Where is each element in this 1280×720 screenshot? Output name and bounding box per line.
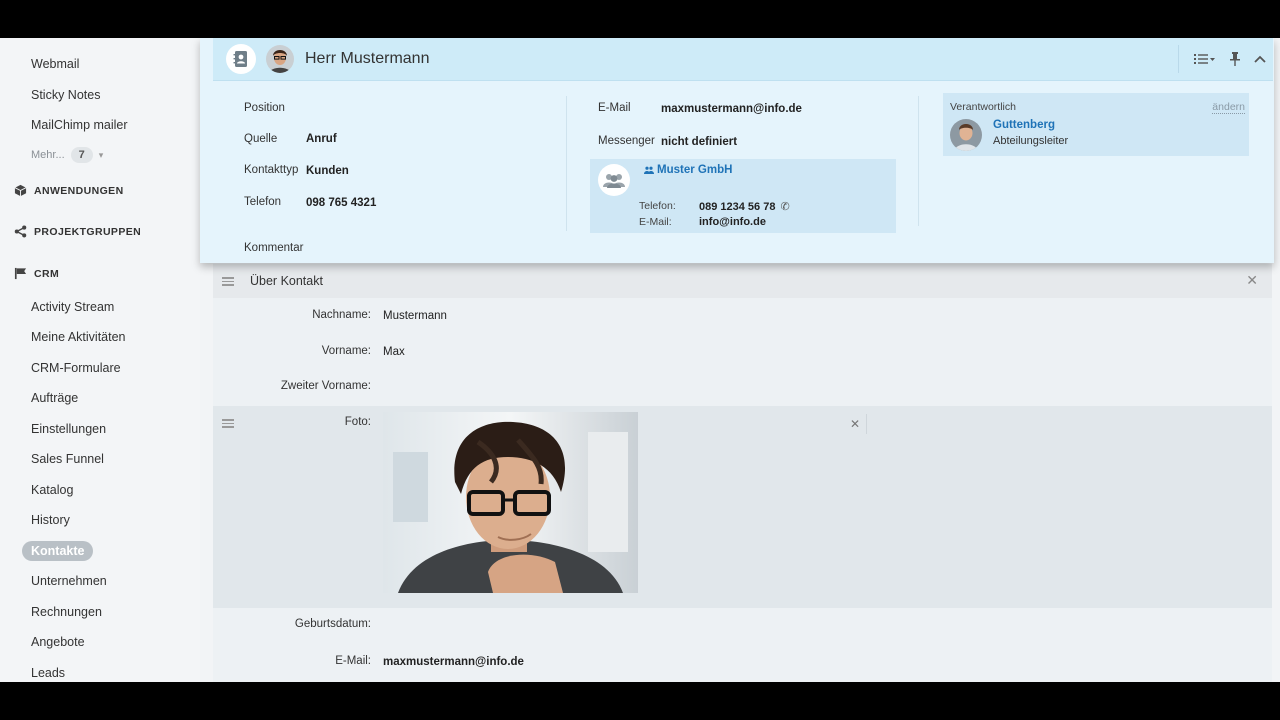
letterbox-bottom xyxy=(0,682,1280,720)
field-label-kommentar: Kommentar xyxy=(244,242,304,254)
sidebar-section-crm[interactable]: CRM xyxy=(14,267,59,280)
sidebar: Webmail Sticky Notes MailChimp mailer Me… xyxy=(0,38,200,682)
field-label-messenger: Messenger xyxy=(598,135,655,147)
sidebar-more-count: 7 xyxy=(70,147,93,163)
field-label-quelle: Quelle xyxy=(244,133,278,145)
sidebar-item-meine-aktivitaeten[interactable]: Meine Aktivitäten xyxy=(31,330,126,344)
field-value-email-about[interactable]: maxmustermann@info.de xyxy=(383,656,524,668)
avatar xyxy=(266,45,294,73)
field-value-kontakttyp: Kunden xyxy=(306,165,349,177)
sidebar-item-crm-formulare[interactable]: CRM-Formulare xyxy=(31,361,121,375)
field-value-nachname: Mustermann xyxy=(383,310,447,322)
photo-divider xyxy=(866,414,867,434)
chevron-down-icon: ▾ xyxy=(98,149,104,160)
field-label-foto: Foto: xyxy=(344,416,371,428)
change-responsible-link[interactable]: ändern xyxy=(1212,101,1245,114)
sidebar-item-leads[interactable]: Leads xyxy=(31,666,65,680)
company-phone-value: 089 1234 56 78 xyxy=(699,200,776,213)
sidebar-more[interactable]: Mehr... 7 ▾ xyxy=(31,147,103,163)
flag-icon xyxy=(14,267,27,280)
sidebar-more-label: Mehr... xyxy=(31,149,65,161)
remove-photo-icon[interactable]: ✕ xyxy=(850,417,860,431)
company-name: Muster GmbH xyxy=(657,164,733,176)
about-section-title: Über Kontakt xyxy=(250,274,323,288)
sidebar-section-label: CRM xyxy=(34,267,60,280)
responsible-role: Abteilungsleiter xyxy=(993,135,1069,147)
sidebar-item-auftraege[interactable]: Aufträge xyxy=(31,391,78,405)
field-label-zweiter-vorname: Zweiter Vorname: xyxy=(280,380,371,392)
sidebar-section-projektgruppen[interactable]: PROJEKTGRUPPEN xyxy=(14,225,141,238)
responsible-box: Verantwortlich ändern Guttenberg Abteilu… xyxy=(943,93,1249,156)
contacts-book-icon xyxy=(226,44,256,74)
card-toolbar xyxy=(1178,38,1273,80)
avatar xyxy=(950,119,982,151)
responsible-label: Verantwortlich xyxy=(950,101,1016,113)
company-phone-label: Telefon: xyxy=(639,200,676,212)
sidebar-item-rechnungen[interactable]: Rechnungen xyxy=(31,605,102,619)
field-label-position: Position xyxy=(244,102,285,114)
app-window: Webmail Sticky Notes MailChimp mailer Me… xyxy=(0,38,1280,682)
share-icon xyxy=(14,225,27,238)
column-divider xyxy=(918,96,919,226)
field-label-geburtsdatum: Geburtsdatum: xyxy=(294,618,371,630)
contact-card-header: Herr Mustermann xyxy=(213,38,1273,81)
close-icon[interactable]: ✕ xyxy=(1246,272,1258,289)
field-label-email-about: E-Mail: xyxy=(335,655,371,667)
company-link[interactable]: Muster GmbH xyxy=(644,164,732,176)
about-section-header: Über Kontakt ✕ xyxy=(213,264,1272,298)
column-divider xyxy=(566,96,567,231)
field-value-email[interactable]: maxmustermann@info.de xyxy=(661,103,802,115)
contact-photo[interactable] xyxy=(383,412,638,593)
letterbox-top xyxy=(0,0,1280,38)
drag-handle-icon[interactable] xyxy=(222,277,234,286)
collapse-icon[interactable] xyxy=(1254,55,1266,63)
field-label-email: E-Mail xyxy=(598,102,631,114)
sidebar-item-webmail[interactable]: Webmail xyxy=(31,57,79,71)
company-email-label: E-Mail: xyxy=(639,216,672,228)
pin-icon[interactable] xyxy=(1230,52,1240,66)
apps-cube-icon xyxy=(14,184,27,197)
responsible-name[interactable]: Guttenberg xyxy=(993,119,1055,131)
group-icon xyxy=(598,164,630,196)
sidebar-item-kontakte[interactable]: Kontakte xyxy=(22,541,94,561)
sidebar-item-angebote[interactable]: Angebote xyxy=(31,635,85,649)
field-label-telefon: Telefon xyxy=(244,196,282,208)
sidebar-item-activity-stream[interactable]: Activity Stream xyxy=(31,300,114,314)
contact-card: Herr Mustermann Position Quelle Anruf Ko… xyxy=(200,38,1274,263)
sidebar-item-sales-funnel[interactable]: Sales Funnel xyxy=(31,452,104,466)
toolbar-divider xyxy=(1178,45,1179,73)
sidebar-item-mailchimp[interactable]: MailChimp mailer xyxy=(31,118,128,132)
sidebar-section-anwendungen[interactable]: ANWENDUNGEN xyxy=(14,184,124,197)
sidebar-item-einstellungen[interactable]: Einstellungen xyxy=(31,422,106,436)
field-value-vorname: Max xyxy=(383,346,405,358)
company-email[interactable]: info@info.de xyxy=(699,216,766,228)
phone-icon: ✆ xyxy=(780,201,790,213)
field-value-telefon[interactable]: 098 765 4321 xyxy=(306,197,376,209)
company-phone[interactable]: 089 1234 56 78 ✆ xyxy=(699,200,790,214)
sidebar-item-katalog[interactable]: Katalog xyxy=(31,483,73,497)
field-label-vorname: Vorname: xyxy=(321,345,371,357)
photo-row xyxy=(213,406,1272,608)
sidebar-section-label: PROJEKTGRUPPEN xyxy=(34,225,142,238)
company-box: Muster GmbH Telefon: 089 1234 56 78 ✆ E-… xyxy=(590,159,896,233)
sidebar-item-sticky-notes[interactable]: Sticky Notes xyxy=(31,88,100,102)
sidebar-section-label: ANWENDUNGEN xyxy=(34,184,124,197)
sidebar-item-unternehmen[interactable]: Unternehmen xyxy=(31,574,107,588)
field-value-quelle: Anruf xyxy=(306,133,337,145)
company-icon xyxy=(644,166,654,174)
contact-title: Herr Mustermann xyxy=(305,50,430,67)
sidebar-item-history[interactable]: History xyxy=(31,513,70,527)
field-value-messenger: nicht definiert xyxy=(661,136,738,148)
list-settings-icon[interactable] xyxy=(1194,53,1216,65)
field-label-kontakttyp: Kontakttyp xyxy=(244,164,299,176)
field-label-nachname: Nachname: xyxy=(312,309,371,321)
